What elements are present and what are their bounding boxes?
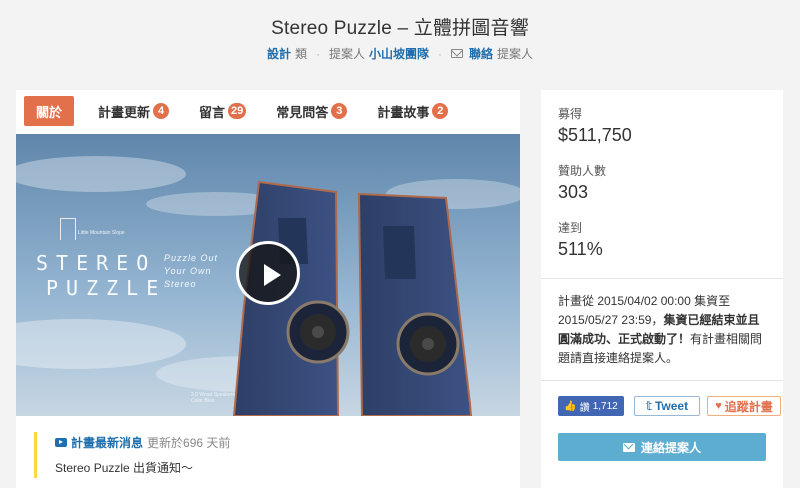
tab-comments[interactable]: 留言 29 bbox=[199, 96, 247, 126]
tab-faq-label: 常見問答 bbox=[276, 104, 329, 120]
follow-project-button[interactable]: ♥ 追蹤計畫 bbox=[707, 396, 781, 416]
tab-faq-count: 3 bbox=[331, 103, 348, 119]
tab-comments-count: 29 bbox=[228, 103, 247, 119]
play-button[interactable] bbox=[236, 241, 300, 305]
brand-line-2: PUZZLE bbox=[46, 276, 167, 300]
video-caption: 2.0 Wood Speakers Color Blue bbox=[191, 392, 235, 404]
tab-updates-count: 4 bbox=[153, 103, 170, 119]
percent-value: 511% bbox=[558, 239, 603, 259]
contact-suffix: 提案人 bbox=[497, 47, 534, 61]
contact-link[interactable]: 聯絡 bbox=[469, 45, 493, 62]
page-title: Stereo Puzzle – 立體拼圖音響 bbox=[271, 18, 529, 39]
category-suffix: 類 bbox=[294, 47, 307, 61]
raised-label: 募得 bbox=[558, 107, 583, 121]
tab-stories[interactable]: 計畫故事 2 bbox=[377, 96, 449, 126]
video-tagline: Puzzle Out Your Own Stereo bbox=[164, 252, 218, 291]
facebook-like-button[interactable]: 👍 讚 1,712 bbox=[558, 396, 624, 416]
caption-line-2: Color Blue bbox=[191, 398, 215, 404]
separator-dot: · bbox=[438, 46, 443, 61]
tab-bar: 關於 計畫更新 4 留言 29 常見問答 3 計畫故事 2 bbox=[16, 90, 520, 132]
contact-label: 連絡提案人 bbox=[640, 440, 701, 455]
tab-faq[interactable]: 常見問答 3 bbox=[276, 96, 348, 126]
category-link[interactable]: 設計 bbox=[267, 45, 291, 62]
tweet-button[interactable]: 𝕥 Tweet bbox=[634, 396, 700, 416]
tab-about[interactable]: 關於 bbox=[24, 96, 75, 126]
funding-sidebar: 募得 $511,750 贊助人數 303 達到 511% 計畫從 2015/04… bbox=[541, 90, 783, 488]
tweet-label: Tweet bbox=[654, 399, 689, 413]
video-player[interactable]: Little Mountain Slope STEREO PUZZLE Puzz… bbox=[16, 134, 520, 416]
fb-like-count: 1,712 bbox=[592, 400, 618, 412]
proposer-prefix: 提案人 bbox=[328, 47, 365, 61]
divider bbox=[541, 278, 783, 279]
tagline-line-1: Puzzle Out bbox=[164, 253, 219, 263]
news-header: 計畫最新消息 更新於696 天前 bbox=[55, 434, 504, 451]
project-meta: 設計 類 · 提案人 小山坡團隊 · 聯絡 提案人 bbox=[0, 45, 800, 62]
backers-stat: 贊助人數 303 bbox=[558, 162, 606, 203]
raised-value: $511,750 bbox=[558, 125, 632, 145]
tagline-line-3: Stereo bbox=[164, 279, 197, 289]
video-icon bbox=[55, 438, 67, 447]
news-text-link[interactable]: Stereo Puzzle 出貨通知～ bbox=[55, 459, 504, 476]
percent-stat: 達到 511% bbox=[558, 219, 603, 260]
thumbs-up-icon: 👍 bbox=[564, 400, 577, 412]
envelope-icon bbox=[622, 442, 635, 452]
brand-line-1: STEREO bbox=[36, 251, 157, 275]
twitter-icon: 𝕥 bbox=[645, 399, 652, 413]
percent-label: 達到 bbox=[558, 221, 583, 235]
latest-news: 計畫最新消息 更新於696 天前 Stereo Puzzle 出貨通知～ bbox=[34, 432, 504, 478]
contact-proposer-button[interactable]: 連絡提案人 bbox=[558, 433, 766, 461]
fb-like-label: 讚 bbox=[579, 402, 590, 414]
news-updated: 更新於696 天前 bbox=[147, 436, 231, 450]
news-label-link[interactable]: 計畫最新消息 bbox=[71, 434, 143, 451]
brand-logo-icon bbox=[60, 218, 76, 240]
tab-comments-label: 留言 bbox=[199, 104, 226, 120]
backers-value: 303 bbox=[558, 182, 589, 202]
tab-stories-count: 2 bbox=[432, 103, 449, 119]
tagline-line-2: Your Own bbox=[164, 266, 212, 276]
tab-about-label: 關於 bbox=[36, 104, 63, 120]
mail-icon bbox=[451, 49, 464, 58]
raised-stat: 募得 $511,750 bbox=[558, 105, 632, 146]
main-panel: 關於 計畫更新 4 留言 29 常見問答 3 計畫故事 2 Little Mou… bbox=[16, 90, 520, 488]
heart-icon: ♥ bbox=[715, 400, 722, 412]
funding-description: 計畫從 2015/04/02 00:00 集資至 2015/05/27 23:5… bbox=[558, 292, 770, 368]
tab-updates[interactable]: 計畫更新 4 bbox=[98, 96, 170, 126]
backers-label: 贊助人數 bbox=[558, 164, 607, 178]
proposer-link[interactable]: 小山坡團隊 bbox=[369, 45, 429, 62]
follow-label: 追蹤計畫 bbox=[724, 399, 773, 414]
project-header: Stereo Puzzle – 立體拼圖音響 設計 類 · 提案人 小山坡團隊 … bbox=[0, 0, 800, 78]
tab-stories-label: 計畫故事 bbox=[377, 104, 430, 120]
tab-updates-label: 計畫更新 bbox=[98, 104, 151, 120]
divider bbox=[541, 380, 783, 381]
brand-small-text: Little Mountain Slope bbox=[78, 230, 125, 236]
separator-dot: · bbox=[315, 46, 320, 61]
